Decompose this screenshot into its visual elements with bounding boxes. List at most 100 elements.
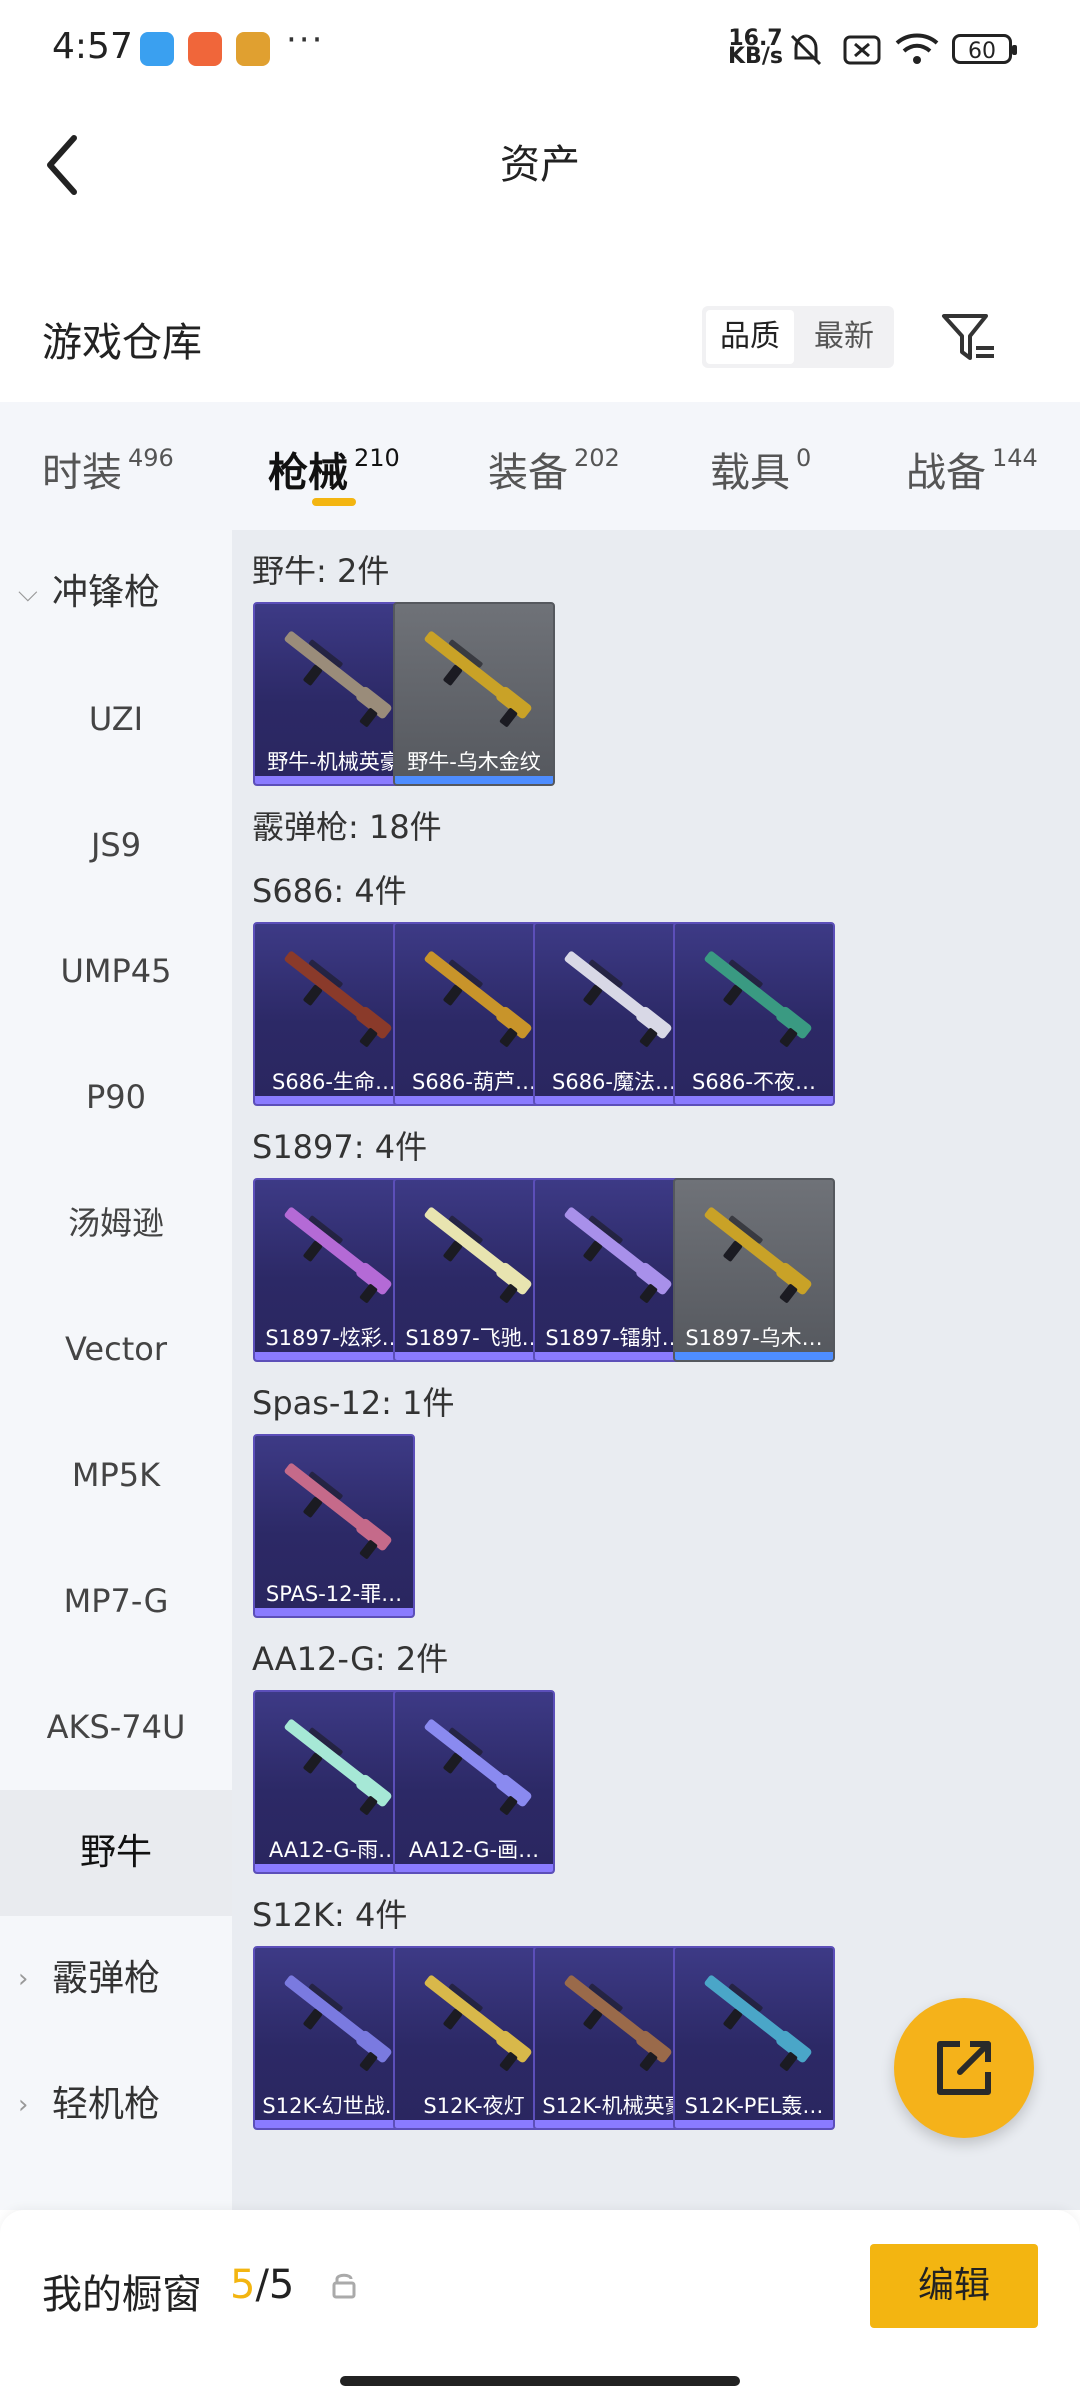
sort-newest-button[interactable]: 最新 <box>800 310 888 364</box>
app-notification-icon <box>236 32 270 66</box>
share-button[interactable] <box>894 1998 1034 2138</box>
wifi-icon <box>895 33 939 64</box>
rarity-bar <box>675 2120 833 2128</box>
status-time: 4:57 <box>52 26 133 67</box>
weapon-card[interactable]: S12K-幻世战… <box>253 1946 415 2130</box>
weapon-card[interactable]: S686-生命… <box>253 922 415 1106</box>
weapon-card[interactable]: 野牛-乌木金纹 <box>393 602 555 786</box>
section-title: S1897: 4件 <box>252 1128 428 1166</box>
tab-equipment[interactable]: 装备 202 <box>488 440 620 498</box>
rarity-bar <box>395 1096 553 1104</box>
rarity-bar <box>395 1352 553 1360</box>
app-notification-icon <box>188 32 222 66</box>
sidebar-item-label: Vector <box>65 1330 167 1368</box>
external-link-icon <box>937 2041 991 2095</box>
active-tab-indicator <box>312 498 356 506</box>
filter-icon[interactable] <box>940 310 996 366</box>
sidebar-item-label: P90 <box>85 1078 146 1116</box>
sidebar-item[interactable]: P90 <box>0 1034 232 1160</box>
tab-combat-supplies[interactable]: 战备 144 <box>906 440 1038 498</box>
weapon-image <box>424 1207 532 1303</box>
weapon-category-sidebar: ⌵ 冲锋枪 UZI JS9 UMP45 P90 汤姆逊 Vector MP5K MP7-G AKS-… <box>0 530 232 2210</box>
weapon-card[interactable]: S1897-镭射… <box>533 1178 695 1362</box>
more-notifications-icon: ··· <box>286 20 325 60</box>
weapon-card[interactable]: SPAS-12-罪… <box>253 1434 415 1618</box>
weapon-image <box>284 951 392 1047</box>
sidebar-item-label: 冲锋枪 <box>52 572 161 613</box>
section-title: S12K: 4件 <box>252 1896 408 1934</box>
edit-button[interactable]: 编辑 <box>870 2244 1038 2328</box>
weapon-image <box>284 1719 392 1815</box>
weapon-image <box>424 631 532 727</box>
weapon-image <box>704 1207 812 1303</box>
sidebar-item-label: JS9 <box>90 826 142 864</box>
home-indicator[interactable] <box>340 2376 740 2386</box>
tab-fashion[interactable]: 时装 496 <box>42 440 174 498</box>
sidebar-group[interactable]: › 轻机枪 <box>0 2042 232 2168</box>
weapon-card[interactable]: AA12-G-画… <box>393 1690 555 1874</box>
weapon-image <box>424 1719 532 1815</box>
sidebar-group[interactable]: ⌵ 冲锋枪 <box>0 530 232 656</box>
sidebar-item[interactable]: 汤姆逊 <box>0 1160 232 1286</box>
sidebar-item[interactable]: AKS-74U <box>0 1664 232 1790</box>
weapon-name: S1897-乌木… <box>685 1326 823 1350</box>
sidebar-item[interactable]: UMP45 <box>0 908 232 1034</box>
weapon-card[interactable]: S1897-乌木… <box>673 1178 835 1362</box>
weapon-image <box>284 631 392 727</box>
weapon-card[interactable]: S686-葫芦… <box>393 922 555 1106</box>
weapon-image <box>564 951 672 1047</box>
sidebar-item[interactable]: JS9 <box>0 782 232 908</box>
section-title: 野牛: 2件 <box>252 552 390 590</box>
weapon-card[interactable]: S12K-PEL轰… <box>673 1946 835 2130</box>
app-notification-icon <box>140 32 174 66</box>
sidebar-item-label: UMP45 <box>60 952 172 990</box>
rarity-bar <box>255 1096 413 1104</box>
weapon-image <box>284 1463 392 1559</box>
page-title: 资产 <box>500 142 580 188</box>
sidebar-item-label: UZI <box>88 700 144 738</box>
sidebar-item[interactable]: UZI <box>0 656 232 782</box>
sidebar-item[interactable]: MP7-G <box>0 1538 232 1664</box>
weapon-image <box>564 1975 672 2071</box>
weapon-card[interactable]: AA12-G-雨… <box>253 1690 415 1874</box>
weapon-name: S686-葫芦… <box>412 1070 536 1094</box>
weapon-card[interactable]: S686-不夜… <box>673 922 835 1106</box>
network-speed: 16.7 KB/s <box>728 26 783 69</box>
rarity-bar <box>395 2120 553 2128</box>
rarity-bar <box>255 2120 413 2128</box>
sidebar-group[interactable]: › 霰弹枪 <box>0 1916 232 2042</box>
chevron-down-icon: ⌵ <box>18 578 38 608</box>
section-title: Spas-12: 1件 <box>252 1384 455 1422</box>
weapon-card[interactable]: S12K-机械英豪 <box>533 1946 695 2130</box>
weapon-name: S1897-飞驰… <box>405 1326 543 1350</box>
mute-icon <box>790 34 822 66</box>
sidebar-item[interactable]: MP5K <box>0 1412 232 1538</box>
weapon-card[interactable]: S12K-夜灯 <box>393 1946 555 2130</box>
sort-quality-button[interactable]: 品质 <box>706 310 794 364</box>
section-title: AA12-G: 2件 <box>252 1640 449 1678</box>
weapon-name: 野牛-乌木金纹 <box>407 750 541 774</box>
rarity-bar <box>255 776 413 784</box>
sidebar-item-label: 汤姆逊 <box>67 1204 164 1242</box>
warehouse-title: 游戏仓库 <box>42 320 202 366</box>
weapon-name: S12K-PEL轰… <box>684 2094 824 2118</box>
sidebar-item[interactable]: 野牛 <box>0 1790 232 1916</box>
sidebar-item-label: 轻机枪 <box>52 2084 161 2125</box>
tab-vehicles[interactable]: 载具 0 <box>710 440 811 498</box>
weapon-card[interactable]: S1897-炫彩… <box>253 1178 415 1362</box>
sidebar-item[interactable]: Vector <box>0 1286 232 1412</box>
weapon-card[interactable]: S1897-飞驰… <box>393 1178 555 1362</box>
sidebar-item-label: 野牛 <box>79 1832 152 1873</box>
weapon-name: S12K-夜灯 <box>423 2094 525 2118</box>
weapon-name: S686-魔法… <box>552 1070 676 1094</box>
showcase-count: 5/5 <box>230 2262 295 2308</box>
weapon-inventory-grid: 野牛: 2件 野牛-机械英豪 野牛-乌木金纹 霰弹枪: 18件 S686: 4件 S686… <box>232 530 1080 2210</box>
rarity-bar <box>675 1352 833 1360</box>
weapon-card[interactable]: S686-魔法… <box>533 922 695 1106</box>
no-sim-icon <box>843 35 881 65</box>
rarity-bar <box>255 1608 413 1616</box>
weapon-card[interactable]: 野牛-机械英豪 <box>253 602 415 786</box>
weapon-name: S686-生命… <box>272 1070 396 1094</box>
weapon-name: S12K-幻世战… <box>262 2094 406 2118</box>
tab-guns[interactable]: 枪械 210 <box>268 440 400 498</box>
